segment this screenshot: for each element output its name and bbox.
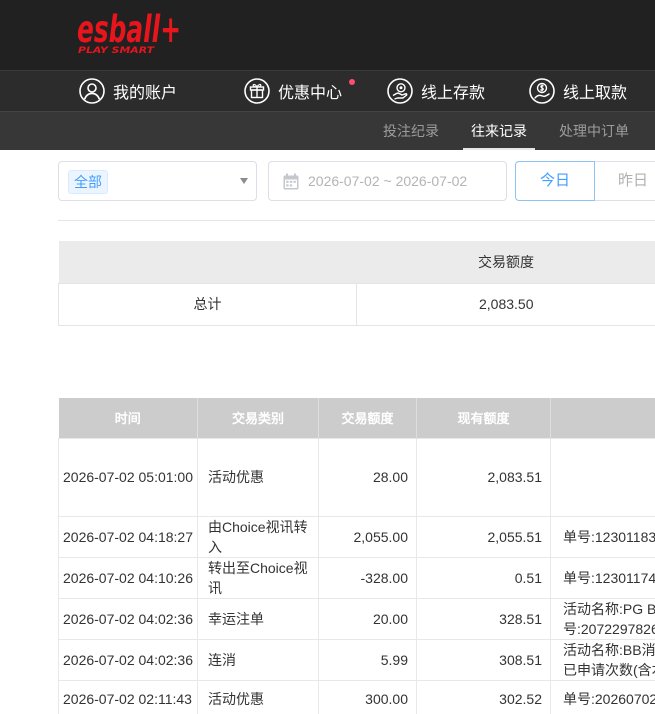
records-table: 时间 交易类别 交易额度 现有额度 2026-07-02 05:01:00 活动… — [58, 398, 655, 714]
table-row: 2026-07-02 04:02:36 连消 5.99 308.51 活动名称:… — [58, 638, 655, 681]
summary-total-label: 总计 — [58, 282, 357, 326]
calendar-icon — [283, 173, 299, 190]
nav-item-online-deposit[interactable]: 线上存款 — [387, 71, 485, 111]
cell-balance: 2,055.51 — [416, 515, 551, 558]
notification-dot — [349, 79, 355, 85]
cell-time: 2026-07-02 02:11:43 — [58, 679, 198, 714]
cell-type: 幸运注单 — [197, 597, 319, 640]
sub-nav: 投注纪录 往来记录 处理中订单 — [0, 111, 655, 150]
cell-amount: 28.00 — [318, 437, 417, 517]
nav-item-online-withdraw[interactable]: 线上取款 — [529, 71, 627, 111]
divider — [58, 220, 655, 221]
records-header-row: 时间 交易类别 交易额度 现有额度 — [58, 398, 655, 438]
nav-item-label: 我的账户 — [113, 85, 178, 102]
withdraw-icon — [529, 78, 555, 104]
summary-header-blank — [58, 241, 357, 283]
table-row: 2026-07-02 04:10:26 转出至Choice视讯 -328.00 … — [58, 556, 655, 599]
table-row: 2026-07-02 02:11:43 活动优惠 300.00 302.52 单… — [58, 679, 655, 714]
user-icon — [79, 78, 105, 104]
cell-remark: 活动名称:PG BB 号:2072297826 — [550, 597, 655, 640]
cell-amount: -328.00 — [318, 556, 417, 599]
tab-transaction-records[interactable]: 往来记录 — [463, 112, 535, 150]
summary-total-row: 总计 2,083.50 — [58, 282, 655, 326]
summary-header-amount: 交易额度 — [356, 241, 655, 283]
table-row: 2026-07-02 04:02:36 幸运注单 20.00 328.51 活动… — [58, 597, 655, 640]
selected-type-tag: 全部 — [68, 170, 108, 194]
cell-balance: 2,083.51 — [416, 437, 551, 517]
top-header: esball+ PLAY SMART — [0, 0, 655, 70]
column-header-balance[interactable]: 现有额度 — [416, 398, 551, 438]
cell-type: 连消 — [197, 638, 319, 681]
cell-type: 活动优惠 — [197, 437, 319, 517]
brand-logo[interactable]: esball+ PLAY SMART — [77, 8, 185, 60]
cell-balance: 0.51 — [416, 556, 551, 599]
cell-amount: 2,055.00 — [318, 515, 417, 558]
remark-line: 单号:12301183 — [563, 528, 655, 545]
cell-time: 2026-07-02 04:10:26 — [58, 556, 198, 599]
table-row: 2026-07-02 04:18:27 由Choice视讯转入 2,055.00… — [58, 515, 655, 558]
today-button[interactable]: 今日 — [515, 161, 595, 201]
date-range-picker[interactable]: 2026-07-02 ~ 2026-07-02 — [268, 161, 507, 201]
cell-balance: 302.52 — [416, 679, 551, 714]
cell-type: 活动优惠 — [197, 679, 319, 714]
cell-remark: 活动名称:BB消 已申请次数(含本 — [550, 638, 655, 681]
cell-amount: 300.00 — [318, 679, 417, 714]
nav-item-label: 优惠中心 — [278, 85, 343, 102]
nav-item-label: 线上存款 — [421, 85, 486, 102]
nav-item-promotions[interactable]: 优惠中心 — [244, 71, 342, 111]
cell-balance: 328.51 — [416, 597, 551, 640]
transaction-type-select[interactable]: 全部 — [58, 161, 257, 201]
remark-line: 活动名称:BB消 — [563, 641, 655, 658]
remark-line: 号:2072297826 — [563, 620, 655, 637]
tab-pending-orders[interactable]: 处理中订单 — [559, 112, 629, 150]
remark-line: 活动名称:PG BB — [563, 600, 655, 617]
column-header-amount[interactable]: 交易额度 — [318, 398, 417, 438]
cell-time: 2026-07-02 05:01:00 — [58, 437, 198, 517]
date-range-value: 2026-07-02 ~ 2026-07-02 — [308, 173, 468, 189]
cell-type: 由Choice视讯转入 — [197, 515, 319, 558]
nav-item-label: 线上取款 — [563, 85, 628, 102]
page: esball+ PLAY SMART 我的账户 优惠中心 线上存款 线上取款 投… — [0, 0, 655, 714]
cell-amount: 5.99 — [318, 638, 417, 681]
cell-remark: 单号:20260702 — [550, 679, 655, 714]
cell-remark — [550, 437, 655, 517]
gift-icon — [244, 78, 270, 104]
logo-wordmark: esball+ — [77, 8, 181, 51]
nav-item-my-account[interactable]: 我的账户 — [79, 71, 177, 111]
summary-table: 交易额度 总计 2,083.50 — [58, 241, 655, 326]
column-header-remark — [550, 398, 655, 438]
tab-bet-records[interactable]: 投注纪录 — [383, 112, 439, 150]
cell-amount: 20.00 — [318, 597, 417, 640]
cell-time: 2026-07-02 04:02:36 — [58, 597, 198, 640]
cell-time: 2026-07-02 04:02:36 — [58, 638, 198, 681]
summary-header-row: 交易额度 — [58, 241, 655, 283]
remark-line: 单号:20260702 — [563, 690, 655, 707]
column-header-time[interactable]: 时间 — [58, 398, 198, 438]
deposit-icon — [387, 78, 413, 104]
chevron-down-icon — [240, 178, 248, 184]
main-nav: 我的账户 优惠中心 线上存款 线上取款 — [0, 70, 655, 111]
cell-time: 2026-07-02 04:18:27 — [58, 515, 198, 558]
logo-tagline: PLAY SMART — [78, 46, 156, 56]
column-header-type[interactable]: 交易类别 — [197, 398, 319, 438]
yesterday-button[interactable]: 昨日 — [595, 161, 655, 201]
remark-line: 已申请次数(含本 — [563, 661, 655, 678]
cell-type: 转出至Choice视讯 — [197, 556, 319, 599]
summary-total-value: 2,083.50 — [356, 282, 655, 326]
cell-remark: 单号:12301183 — [550, 515, 655, 558]
remark-line: 单号:12301174 — [563, 569, 655, 586]
cell-remark: 单号:12301174 — [550, 556, 655, 599]
table-row: 2026-07-02 05:01:00 活动优惠 28.00 2,083.51 — [58, 437, 655, 517]
cell-balance: 308.51 — [416, 638, 551, 681]
